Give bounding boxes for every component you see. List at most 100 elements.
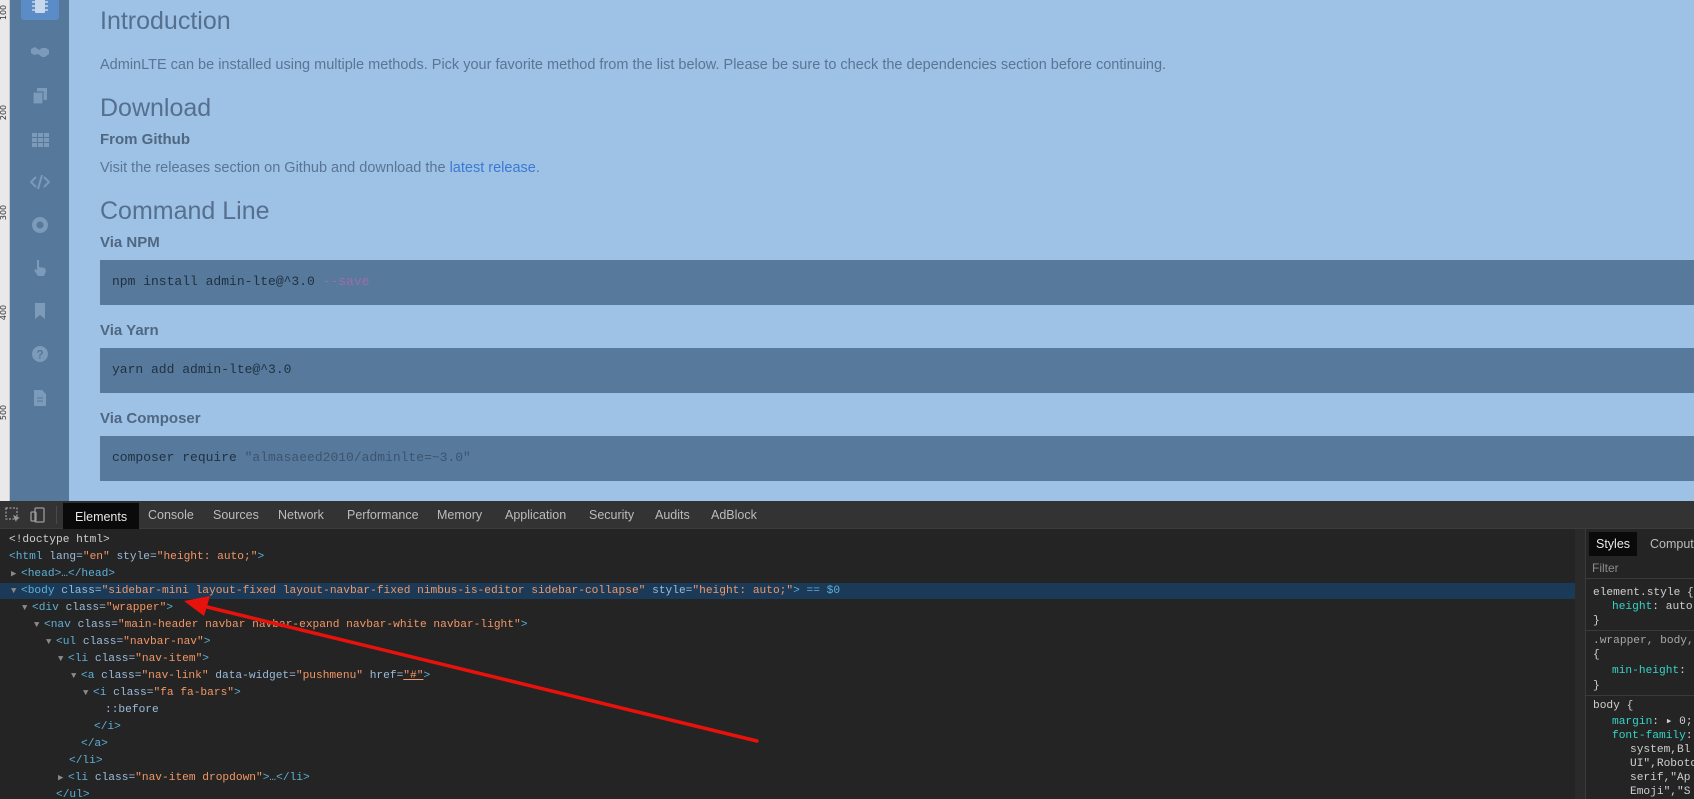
head-tag: <head>…</head> (21, 568, 115, 580)
nav-class-value: "main-header navbar navbar-expand navbar… (117, 619, 521, 631)
code-icon[interactable] (21, 168, 59, 196)
data-widget-value: "pushmenu" (295, 670, 363, 682)
collapse-triangle-icon[interactable]: ▼ (58, 651, 68, 667)
elements-scrollbar[interactable] (1575, 529, 1585, 799)
a-tag: <a (81, 670, 95, 682)
wrapper-selector: .wrapper, body, (1593, 635, 1694, 647)
collapse-triangle-icon[interactable]: ▼ (34, 617, 44, 633)
element-style-selector: element.style { (1593, 587, 1694, 599)
rule-divider (1586, 695, 1694, 696)
dom-node-a-close[interactable]: </a> (0, 736, 1575, 752)
inspect-element-icon[interactable] (4, 506, 22, 524)
class-attr: class= (88, 772, 136, 784)
table-icon[interactable] (21, 126, 59, 154)
microchip-icon[interactable] (21, 0, 59, 20)
question-circle-icon[interactable]: ? (21, 340, 59, 368)
dom-node-doctype[interactable]: <!doctype html> (0, 532, 1575, 548)
html-tag: <html (9, 551, 43, 563)
dom-node-li-dropdown[interactable]: ▶ <li class="nav-item dropdown">…</li> (0, 770, 1575, 786)
margin-declaration[interactable]: margin: ▸ 0; (1612, 715, 1693, 729)
tab-network[interactable]: Network (266, 501, 336, 529)
dom-node-i[interactable]: ▼ <i class="fa fa-bars"> (0, 685, 1575, 701)
file-icon[interactable] (21, 384, 59, 412)
dom-node-div-wrapper[interactable]: ▼ <div class="wrapper"> (0, 600, 1575, 616)
dom-node-ul-close[interactable]: </ul> (0, 787, 1575, 799)
min-height-declaration[interactable]: min-height: (1612, 664, 1686, 678)
li-tag: <li (68, 653, 89, 665)
collapse-triangle-icon[interactable]: ▼ (46, 634, 56, 650)
dom-node-li[interactable]: ▼ <li class="nav-item"> (0, 651, 1575, 667)
composer-code-block: composer require "almasaeed2010/adminlte… (100, 436, 1694, 481)
dom-node-a[interactable]: ▼ <a class="nav-link" data-widget="pushme… (0, 668, 1575, 684)
vertical-ruler: 100 200 300 400 500 (0, 0, 10, 501)
i-class-value: "fa fa-bars" (153, 687, 235, 699)
collapse-triangle-icon[interactable]: ▼ (22, 600, 32, 616)
collapse-triangle-icon[interactable]: ▼ (71, 668, 81, 684)
dom-node-i-close[interactable]: </i> (0, 719, 1575, 735)
tab-memory[interactable]: Memory (425, 501, 494, 529)
body-class-value: "sidebar-mini layout-fixed layout-navbar… (101, 585, 646, 597)
a-close-tag: </a> (81, 738, 108, 750)
body-tag: <body (21, 585, 55, 597)
bookmark-icon[interactable] (21, 297, 59, 325)
tab-elements[interactable]: Elements (63, 501, 140, 529)
wrapper-class-value: "wrapper" (105, 602, 167, 614)
github-text: Visit the releases section on Github and… (100, 160, 540, 176)
href-value[interactable]: "#" (403, 670, 423, 682)
i-tag: <i (93, 687, 107, 699)
doctype-text: <!doctype html> (9, 534, 110, 546)
tab-styles[interactable]: Styles (1589, 532, 1638, 556)
ul-class-value: "navbar-nav" (123, 636, 204, 648)
copy-icon[interactable] (21, 82, 59, 110)
lang-attr: lang= (42, 551, 83, 563)
handshake-icon[interactable] (21, 38, 59, 66)
device-toolbar-icon[interactable] (29, 506, 47, 524)
npm-command: npm install admin-lte@^3.0 (112, 274, 323, 289)
tab-audits[interactable]: Audits (643, 501, 702, 529)
font-family-prop: font-family (1612, 730, 1686, 742)
selected-marker: > == $0 (793, 585, 841, 597)
height-declaration[interactable]: height: auto (1612, 600, 1693, 614)
close-bracket: > (257, 551, 265, 563)
dom-node-li-close[interactable]: </li> (0, 753, 1575, 769)
hand-pointer-icon[interactable] (21, 254, 59, 282)
dom-node-ul[interactable]: ▼ <ul class="navbar-nav"> (0, 634, 1575, 650)
tab-computed[interactable]: Comput (1643, 532, 1694, 556)
before-pseudo: ::before (105, 704, 159, 716)
dom-node-head[interactable]: ▶ <head>…</head> (0, 566, 1575, 582)
chrome-icon[interactable] (21, 211, 59, 239)
latest-release-link[interactable]: latest release (450, 160, 536, 176)
tabbar-divider (56, 506, 57, 524)
expand-triangle-icon[interactable]: ▶ (58, 770, 68, 786)
collapse-triangle-icon[interactable]: ▼ (83, 685, 93, 701)
dom-node-pseudo-before[interactable]: ::before (0, 702, 1575, 718)
tab-performance[interactable]: Performance (335, 501, 431, 529)
class-attr: class= (88, 653, 136, 665)
dom-node-html[interactable]: <html lang="en" style="height: auto;"> (0, 549, 1575, 565)
tab-console[interactable]: Console (136, 501, 206, 529)
intro-heading: Introduction (100, 7, 231, 35)
sidebar: ? (10, 0, 69, 501)
dom-node-body[interactable]: ▼ <body class="sidebar-mini layout-fixed … (0, 583, 1575, 599)
elements-tree: <!doctype html> <html lang="en" style="h… (0, 529, 1575, 799)
tab-sources[interactable]: Sources (201, 501, 271, 529)
class-attr: class= (58, 602, 106, 614)
font-family-line: Emoji","S (1630, 786, 1691, 798)
composer-subheading: Via Composer (100, 410, 201, 427)
collapse-triangle-icon[interactable]: ▼ (11, 583, 21, 599)
github-text-body: Visit the releases section on Github and… (100, 160, 450, 176)
tab-application[interactable]: Application (493, 501, 578, 529)
style-attr: style= (645, 585, 693, 597)
close-bracket: > (202, 653, 210, 665)
tab-security[interactable]: Security (577, 501, 646, 529)
intro-text: AdminLTE can be installed using multiple… (100, 57, 1167, 73)
style-value: "height: auto;" (156, 551, 258, 563)
ruler-label: 400 (0, 304, 9, 321)
tab-adblock[interactable]: AdBlock (699, 501, 769, 529)
styles-filter-input[interactable]: Filter (1586, 557, 1694, 579)
font-family-declaration[interactable]: font-family: (1612, 729, 1693, 743)
composer-argument: "almasaeed2010/adminlte=~3.0" (244, 450, 471, 465)
close-bracket: > (520, 619, 528, 631)
expand-triangle-icon[interactable]: ▶ (11, 566, 21, 582)
dom-node-nav[interactable]: ▼ <nav class="main-header navbar navbar-e… (0, 617, 1575, 633)
